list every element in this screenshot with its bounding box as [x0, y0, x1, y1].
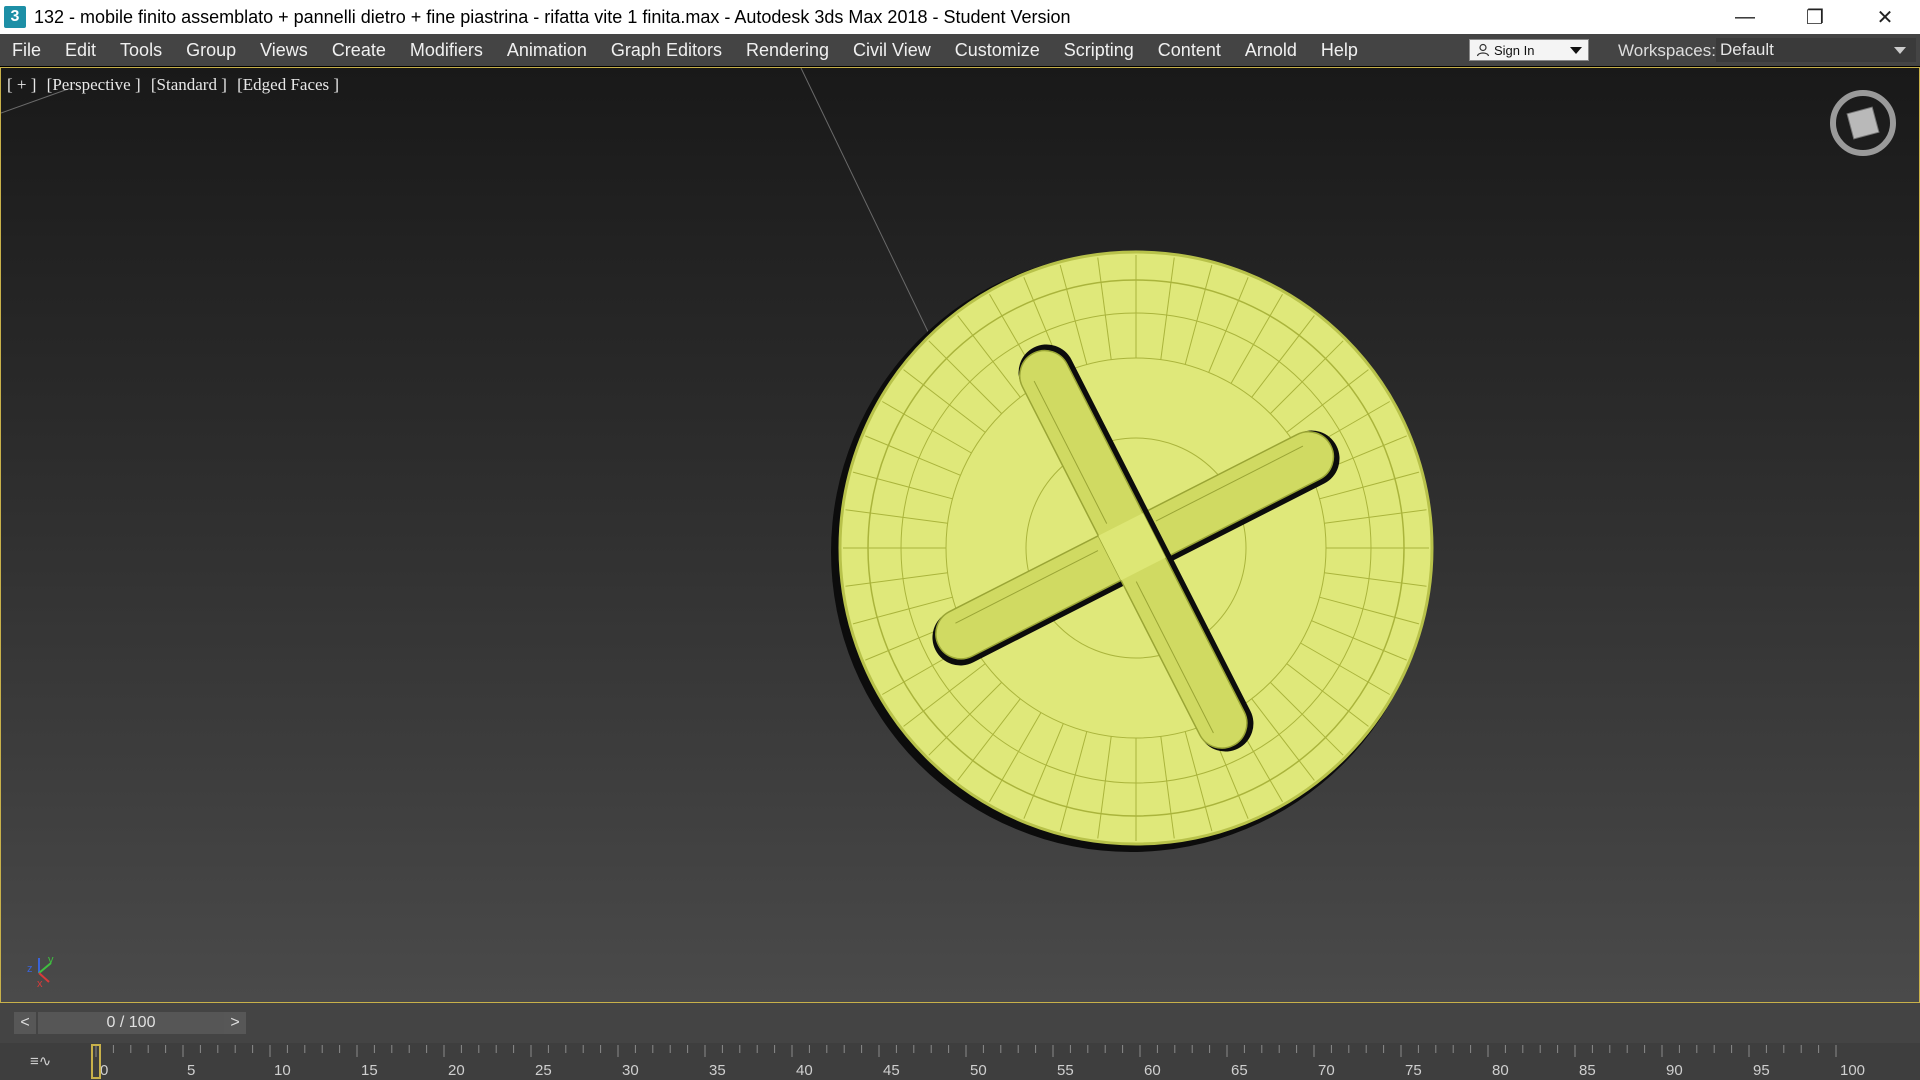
- timeline-tick-label: 5: [187, 1062, 195, 1079]
- workspaces-value: Default: [1720, 40, 1774, 59]
- axis-label-x: x: [37, 978, 43, 990]
- viewport-scene: [1, 68, 1896, 983]
- timeline-tick-label: 55: [1057, 1062, 1074, 1079]
- scene-line: [800, 68, 932, 339]
- time-slider-bar: < 0 / 100 >: [0, 1003, 1920, 1043]
- sign-in-dropdown[interactable]: Sign In: [1469, 39, 1589, 61]
- menu-customize[interactable]: Customize: [943, 40, 1052, 61]
- track-ticks: 0 5 10 15 20 25 30 35 40 45 50 55 60 65 70 75 80 85 90 95 10…: [91, 1044, 1865, 1079]
- user-icon: [1476, 43, 1490, 57]
- timeline-tick-label: 50: [970, 1062, 987, 1079]
- timeline-tick-label: 15: [361, 1062, 378, 1079]
- previous-frame-button[interactable]: <: [14, 1012, 36, 1034]
- menu-arnold[interactable]: Arnold: [1233, 40, 1309, 61]
- menu-bar: File Edit Tools Group Views Create Modif…: [0, 34, 1920, 66]
- menu-scripting[interactable]: Scripting: [1052, 40, 1146, 61]
- menu-civil-view[interactable]: Civil View: [841, 40, 943, 61]
- workspaces-select[interactable]: Default: [1716, 38, 1916, 62]
- app-icon[interactable]: 3: [4, 6, 26, 28]
- chevron-down-icon: [1894, 47, 1906, 54]
- viewport-shading-standard[interactable]: [Standard ]: [151, 75, 227, 94]
- timeline-tick-label: 20: [448, 1062, 465, 1079]
- menu-modifiers[interactable]: Modifiers: [398, 40, 495, 61]
- menu-animation[interactable]: Animation: [495, 40, 599, 61]
- next-frame-button[interactable]: >: [224, 1012, 246, 1034]
- viewport-point-of-view[interactable]: [Perspective ]: [47, 75, 141, 94]
- timeline-tick-label: 10: [274, 1062, 291, 1079]
- track-bar[interactable]: ≡∿ 0 5 10 15 20 25 30 35 40 45 50 55 60 65 70 75 80 85 90 9…: [0, 1043, 1920, 1080]
- viewport-label[interactable]: [ + ] [Perspective ] [Standard ] [Edged …: [7, 75, 345, 95]
- viewcube-gizmo: [1830, 90, 1896, 156]
- chevron-down-icon: [1570, 47, 1582, 54]
- timeline-tick-label: 0: [100, 1062, 108, 1079]
- timeline-tick-label: 35: [709, 1062, 726, 1079]
- menu-views[interactable]: Views: [248, 40, 320, 61]
- timeline-tick-label: 65: [1231, 1062, 1248, 1079]
- axis-label-z: z: [27, 963, 33, 975]
- timeline-tick-label: 70: [1318, 1062, 1335, 1079]
- timeline-tick-label: 75: [1405, 1062, 1422, 1079]
- viewport-display-mode[interactable]: [Edged Faces ]: [237, 75, 339, 94]
- title-bar: 3 132 - mobile finito assemblato + panne…: [0, 0, 1920, 34]
- window-title: 132 - mobile finito assemblato + pannell…: [34, 6, 1071, 27]
- viewport-menu-plus[interactable]: [ + ]: [7, 75, 36, 94]
- timeline-tick-label: 25: [535, 1062, 552, 1079]
- sign-in-label: Sign In: [1494, 42, 1535, 58]
- menu-rendering[interactable]: Rendering: [734, 40, 841, 61]
- workspaces-label: Workspaces:: [1618, 41, 1716, 60]
- menu-content[interactable]: Content: [1146, 40, 1233, 61]
- axis-label-y: y: [48, 954, 54, 966]
- perspective-viewport[interactable]: [ + ] [Perspective ] [Standard ] [Edged …: [0, 67, 1920, 1003]
- timeline-tick-label: 85: [1579, 1062, 1596, 1079]
- menu-file[interactable]: File: [0, 40, 53, 61]
- timeline-tick-label: 45: [883, 1062, 900, 1079]
- window-controls: — ❐ ✕: [1710, 0, 1920, 34]
- time-slider[interactable]: 0 / 100: [38, 1012, 224, 1034]
- menu-edit[interactable]: Edit: [53, 40, 108, 61]
- timeline-tick-label: 60: [1144, 1062, 1161, 1079]
- menu-graph-editors[interactable]: Graph Editors: [599, 40, 734, 61]
- menu-group[interactable]: Group: [174, 40, 248, 61]
- timeline-tick-label: 90: [1666, 1062, 1683, 1079]
- timeline-tick-label: 40: [796, 1062, 813, 1079]
- menu-create[interactable]: Create: [320, 40, 398, 61]
- minimize-button[interactable]: —: [1710, 0, 1780, 34]
- timeline-tick-label: 95: [1753, 1062, 1770, 1079]
- timeline-tick-label: 100: [1840, 1062, 1865, 1079]
- screw-head-object: [831, 250, 1434, 852]
- timeline-tick-label: 30: [622, 1062, 639, 1079]
- close-button[interactable]: ✕: [1850, 0, 1920, 34]
- timeline-tick-label: 80: [1492, 1062, 1509, 1079]
- menu-help[interactable]: Help: [1309, 40, 1370, 61]
- restore-button[interactable]: ❐: [1780, 0, 1850, 34]
- menu-tools[interactable]: Tools: [108, 40, 174, 61]
